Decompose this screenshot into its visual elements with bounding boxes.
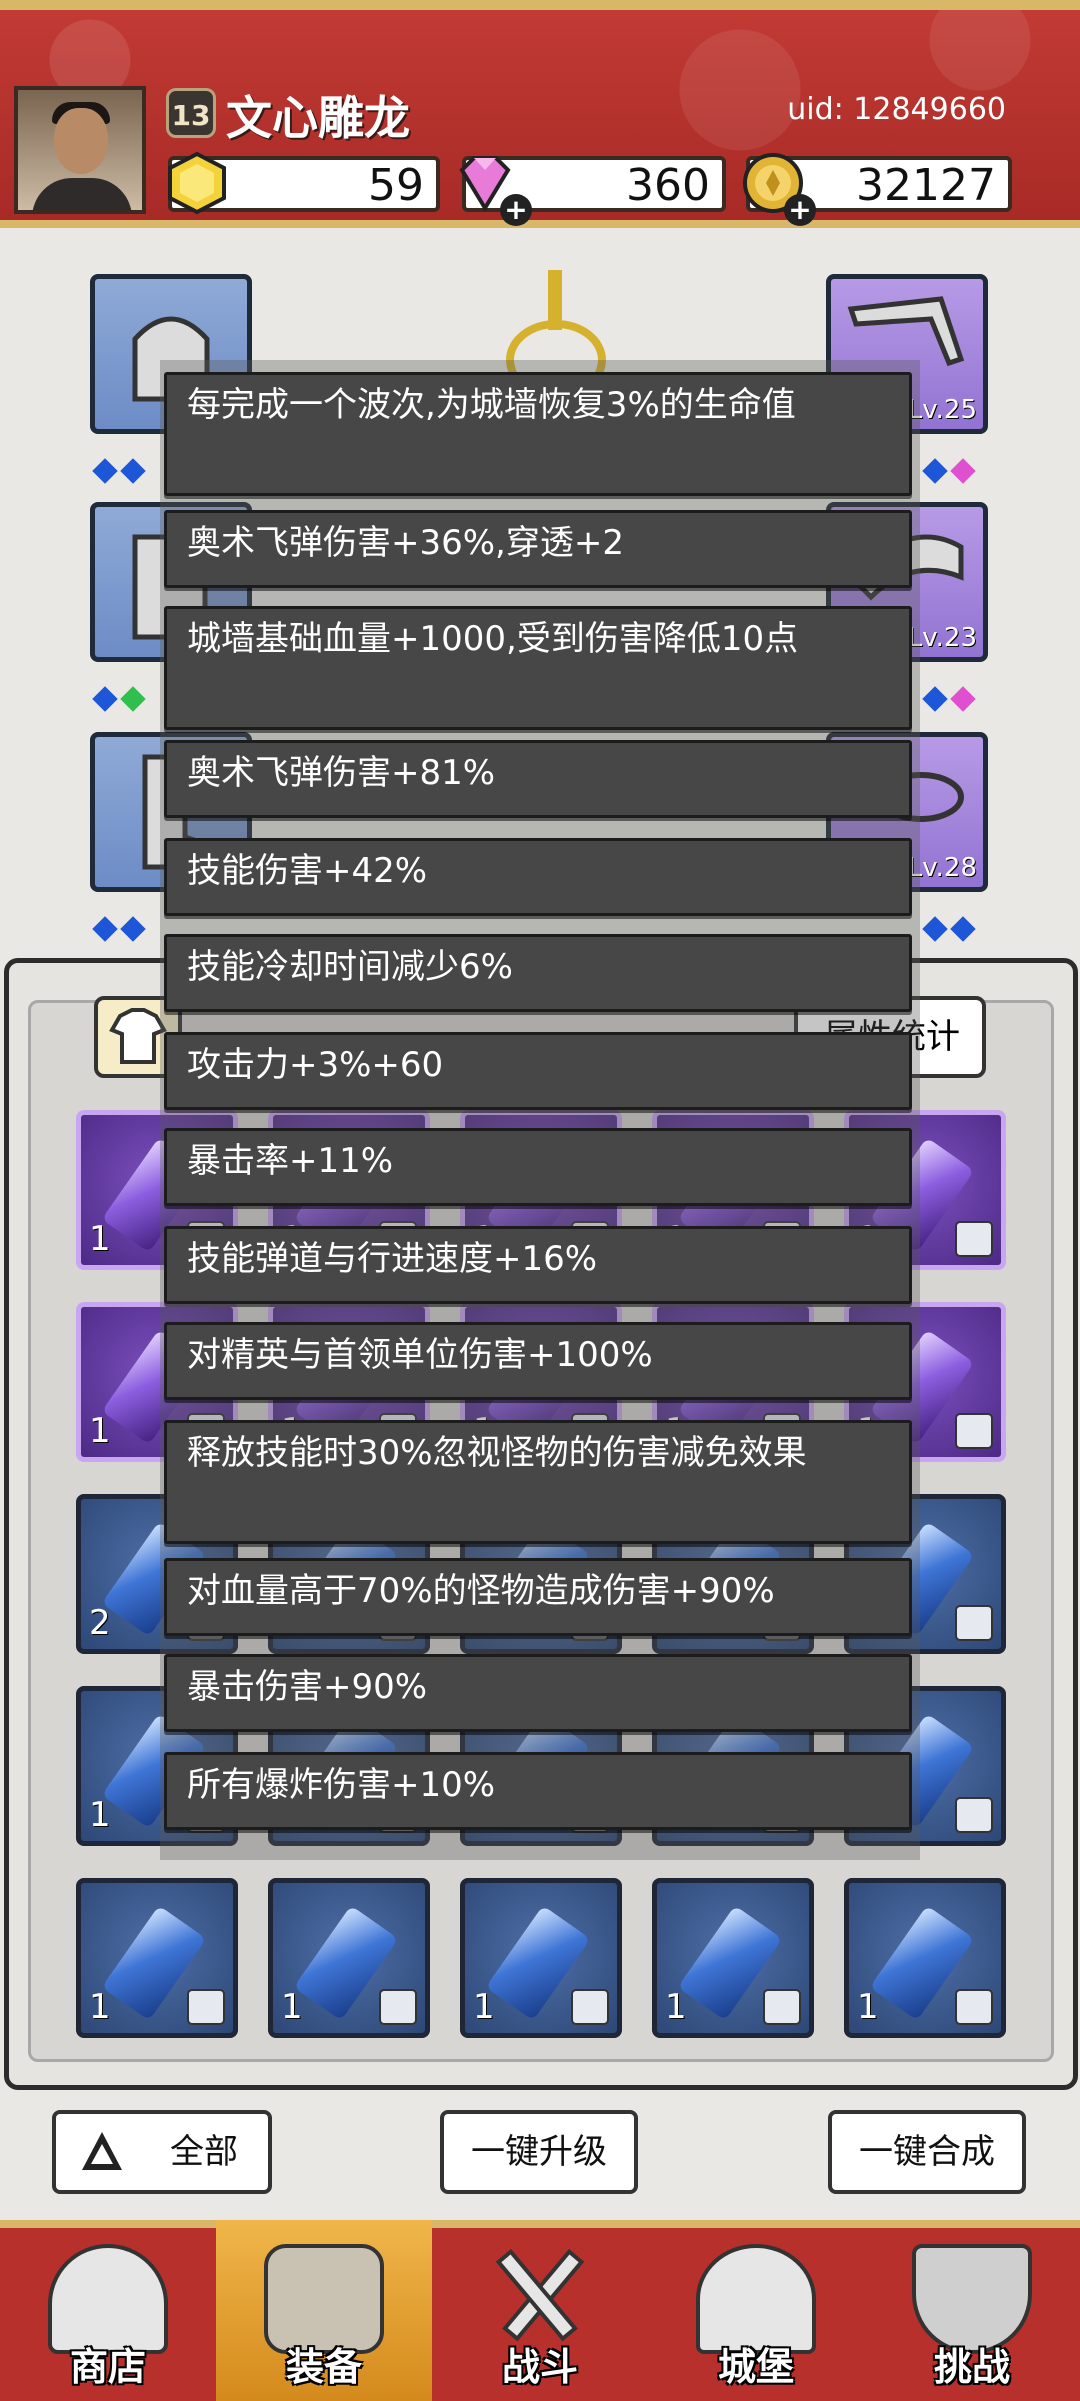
nav-castle[interactable]: 城堡 — [648, 2220, 864, 2401]
effect-line: 奥术飞弹伤害+36%,穿透+2 — [164, 510, 912, 588]
item-type-icon — [955, 1413, 993, 1449]
nav-challenge[interactable]: 挑战 — [864, 2220, 1080, 2401]
inventory-cell[interactable]: 1 — [76, 1878, 238, 2038]
item-type-icon — [379, 1989, 417, 2025]
filter-label: 全部 — [170, 2132, 238, 2172]
socket-gems — [922, 686, 978, 714]
player-name: 文心雕龙 — [226, 91, 410, 145]
inventory-cell[interactable]: 1 — [844, 1878, 1006, 2038]
effect-line: 对精英与首领单位伤害+100% — [164, 1322, 912, 1400]
socket-gems — [922, 458, 978, 486]
item-quantity: 1 — [89, 1795, 111, 1835]
nav-equipment[interactable]: 装备 — [216, 2220, 432, 2401]
item-quantity: 1 — [473, 1987, 495, 2027]
inventory-cell[interactable]: 1 — [460, 1878, 622, 2038]
merge-all-button[interactable]: 一键合成 — [828, 2110, 1026, 2194]
effect-line: 释放技能时30%忽视怪物的伤害减免效果 — [164, 1420, 912, 1544]
item-quantity: 1 — [281, 1987, 303, 2027]
effect-line: 城墙基础血量+1000,受到伤害降低10点 — [164, 606, 912, 730]
effect-line: 奥术飞弹伤害+81% — [164, 740, 912, 818]
upgrade-all-button[interactable]: 一键升级 — [440, 2110, 638, 2194]
item-quantity: 1 — [665, 1987, 687, 2027]
avatar[interactable] — [14, 86, 146, 214]
player-uid: uid: 12849660 — [787, 92, 1006, 127]
nav-label: 战斗 — [501, 2345, 578, 2389]
effect-line: 每完成一个波次,为城墙恢复3%的生命值 — [164, 372, 912, 496]
socket-gems — [92, 458, 148, 486]
item-type-icon — [763, 1989, 801, 2025]
player-level-badge: 13 — [166, 88, 216, 138]
effect-line: 技能冷却时间减少6% — [164, 934, 912, 1012]
item-quantity: 1 — [89, 1987, 111, 2027]
nav-label: 挑战 — [933, 2345, 1010, 2389]
nav-shop[interactable]: 商店 — [0, 2220, 216, 2401]
item-quantity: 1 — [857, 1987, 879, 2027]
effect-line: 暴击伤害+90% — [164, 1654, 912, 1732]
item-type-icon — [571, 1989, 609, 2025]
effect-line: 暴击率+11% — [164, 1128, 912, 1206]
filter-all-button[interactable]: 全部 — [52, 2110, 272, 2194]
effect-line: 技能弹道与行进速度+16% — [164, 1226, 912, 1304]
item-type-icon — [955, 1797, 993, 1833]
add-gems-button[interactable]: + — [500, 194, 532, 226]
item-quantity: 2 — [89, 1603, 111, 1643]
top-trim — [0, 0, 1080, 10]
socket-gems — [92, 686, 148, 714]
item-type-icon — [187, 1989, 225, 2025]
add-coins-button[interactable]: + — [784, 194, 816, 226]
coin-value: 32127 — [856, 160, 996, 211]
nav-label: 城堡 — [717, 2345, 794, 2389]
inventory-cell[interactable]: 1 — [652, 1878, 814, 2038]
item-quantity: 1 — [89, 1411, 111, 1451]
gem-value: 360 — [626, 160, 710, 211]
effect-line: 攻击力+3%+60 — [164, 1032, 912, 1110]
effect-line: 所有爆炸伤害+10% — [164, 1752, 912, 1830]
inventory-cell[interactable]: 1 — [268, 1878, 430, 2038]
nav-label: 装备 — [285, 2345, 362, 2389]
effect-line: 对血量高于70%的怪物造成伤害+90% — [164, 1558, 912, 1636]
item-type-icon — [955, 1989, 993, 2025]
item-type-icon — [955, 1605, 993, 1641]
item-type-icon — [955, 1221, 993, 1257]
item-quantity: 1 — [89, 1219, 111, 1259]
filter-triangle-icon — [82, 2132, 122, 2170]
gold-token-value: 59 — [368, 160, 424, 211]
effect-line: 技能伤害+42% — [164, 838, 912, 916]
socket-gems — [92, 916, 148, 944]
nav-battle[interactable]: 战斗 — [432, 2220, 648, 2401]
gold-hexagon-icon — [168, 151, 226, 215]
socket-gems — [922, 916, 978, 944]
nav-label: 商店 — [69, 2345, 146, 2389]
